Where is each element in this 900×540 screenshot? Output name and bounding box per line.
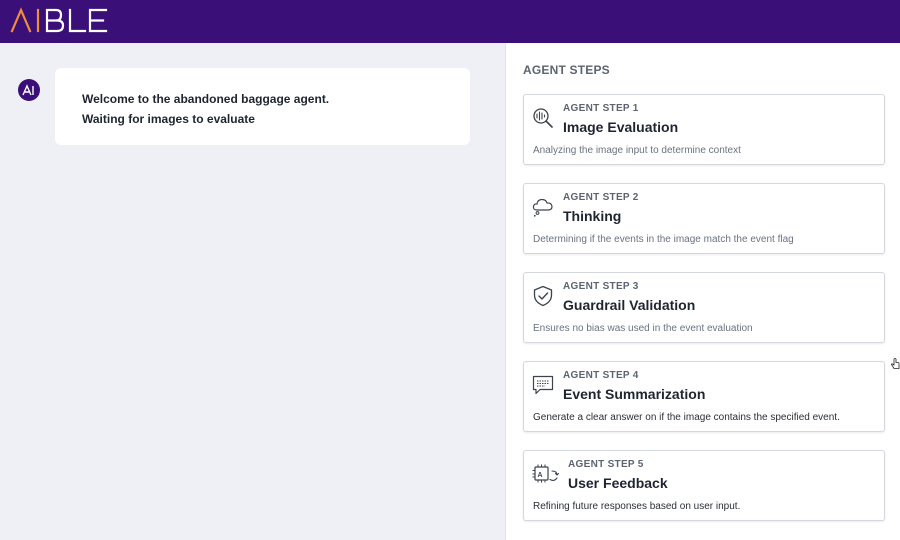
agent-step-label: AGENT STEP 3 (563, 281, 639, 292)
agent-step-title: Thinking (563, 208, 622, 224)
agent-step-label: AGENT STEP 1 (563, 103, 639, 114)
agent-step-label: AGENT STEP 4 (563, 370, 639, 381)
chat-panel: Welcome to the abandoned baggage agent. … (0, 43, 505, 540)
message-lines-icon (532, 375, 554, 395)
agent-step-description: Refining future responses based on user … (533, 501, 741, 512)
thought-cloud-icon (532, 198, 553, 217)
agent-step-label: AGENT STEP 2 (563, 192, 639, 203)
chat-message-line: Welcome to the abandoned baggage agent. (82, 92, 330, 106)
aible-avatar-icon (18, 79, 40, 101)
hand-cursor-icon (891, 358, 900, 369)
agent-steps-panel: AGENT STEPS AGENT STEP 1 Image Evaluatio… (505, 43, 900, 540)
agent-step-description: Determining if the events in the image m… (533, 234, 794, 245)
agent-steps-heading: AGENT STEPS (523, 63, 610, 77)
agent-step-title: User Feedback (568, 475, 668, 491)
agent-step-title: Event Summarization (563, 386, 706, 402)
chat-message-line: Waiting for images to evaluate (82, 112, 255, 126)
agent-step-description: Generate a clear answer on if the image … (533, 412, 840, 423)
image-search-icon (533, 108, 553, 128)
agent-step-card-1[interactable]: AGENT STEP 1 Image Evaluation Analyzing … (523, 94, 885, 165)
agent-step-title: Image Evaluation (563, 119, 679, 135)
ai-chip-feedback-icon: A (532, 464, 560, 483)
top-bar (0, 0, 900, 43)
agent-step-description: Analyzing the image input to determine c… (533, 145, 741, 156)
agent-step-label: AGENT STEP 5 (568, 459, 644, 470)
agent-step-title: Guardrail Validation (563, 297, 696, 313)
agent-step-description: Ensures no bias was used in the event ev… (533, 323, 753, 334)
chat-message-bubble: Welcome to the abandoned baggage agent. … (55, 68, 470, 145)
svg-text:A: A (538, 472, 543, 479)
aible-logo (10, 7, 108, 33)
agent-step-card-5[interactable]: A AGENT STEP 5 User Feedback Refining fu… (523, 450, 885, 521)
agent-step-card-2[interactable]: AGENT STEP 2 Thinking Determining if the… (523, 183, 885, 254)
shield-check-icon (533, 285, 553, 307)
agent-step-card-4[interactable]: AGENT STEP 4 Event Summarization Generat… (523, 361, 885, 432)
agent-step-card-3[interactable]: AGENT STEP 3 Guardrail Validation Ensure… (523, 272, 885, 343)
